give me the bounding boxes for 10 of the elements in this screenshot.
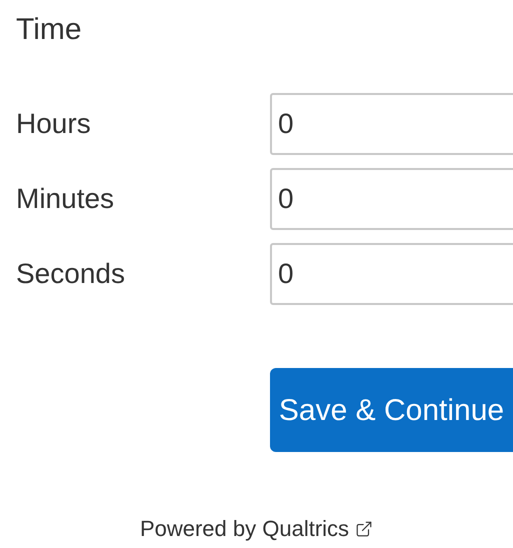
section-title: Time [16,12,82,48]
field-label: Seconds [16,257,126,291]
powered-by-link[interactable]: Powered by Qualtrics [140,512,374,545]
input-field[interactable]: 0 [270,168,513,230]
field-label: Minutes [16,182,116,216]
input-field[interactable]: 0 [270,93,513,155]
input-field[interactable]: 0 [270,243,513,305]
save-continue-button[interactable]: Save & Continue [270,368,513,452]
external-link-icon [355,520,374,538]
field-label: Hours [16,107,92,141]
